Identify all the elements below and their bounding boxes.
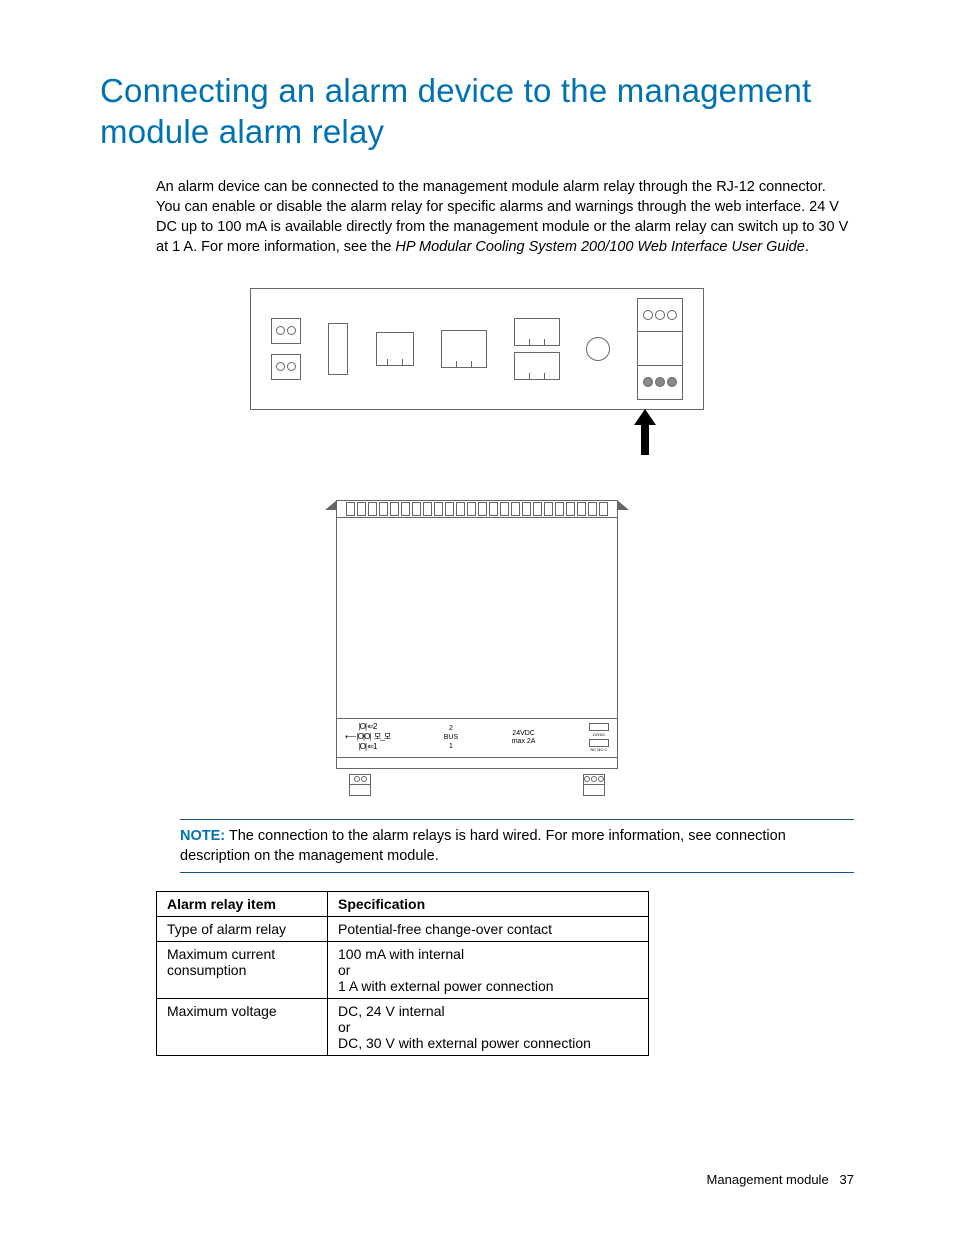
table-cell: Maximum voltage bbox=[157, 999, 328, 1056]
bus-label: BUS bbox=[444, 734, 458, 742]
bus-label: 2 bbox=[449, 725, 453, 733]
table-cell: 100 mA with internalor1 A with external … bbox=[328, 942, 649, 999]
figure-container: |O| ⇐2 ⟵ |O|O| 모_모 |O| ⇐1 2 BUS 1 24VDC … bbox=[100, 288, 854, 769]
slim-port-icon bbox=[328, 323, 348, 375]
note-label: NOTE: bbox=[180, 828, 225, 844]
table-header: Alarm relay item bbox=[157, 892, 328, 917]
bus-label: 1 bbox=[449, 743, 453, 751]
page-footer: Management module 37 bbox=[707, 1172, 854, 1187]
footer-section: Management module bbox=[707, 1172, 829, 1187]
round-port-icon bbox=[586, 337, 610, 361]
rj-port-icon bbox=[441, 330, 487, 368]
terminal-icon bbox=[271, 318, 301, 344]
note-callout: NOTE: The connection to the alarm relays… bbox=[180, 819, 854, 874]
table-cell: DC, 24 V internalorDC, 30 V with externa… bbox=[328, 999, 649, 1056]
page-title: Connecting an alarm device to the manage… bbox=[100, 70, 854, 153]
intro-suffix: . bbox=[805, 239, 809, 255]
callout-arrow-icon bbox=[637, 409, 653, 455]
rj-port-icon bbox=[376, 332, 414, 366]
table-header: Specification bbox=[328, 892, 649, 917]
dual-rj-icon bbox=[514, 318, 558, 380]
table-cell: Potential-free change-over contact bbox=[328, 917, 649, 942]
intro-reference: HP Modular Cooling System 200/100 Web In… bbox=[395, 239, 804, 255]
module-port-labels: |O| ⇐2 ⟵ |O|O| 모_모 |O| ⇐1 2 BUS 1 24VDC … bbox=[337, 718, 617, 758]
power-label: max 2A bbox=[512, 738, 536, 746]
terminal-icon bbox=[349, 774, 371, 796]
footer-page-number: 37 bbox=[840, 1172, 854, 1187]
spec-table: Alarm relay item Specification Type of a… bbox=[156, 891, 649, 1056]
power-label: 24VDC bbox=[512, 730, 535, 738]
right-terminal-block bbox=[637, 298, 683, 400]
intro-paragraph: An alarm device can be connected to the … bbox=[156, 177, 854, 258]
rear-panel-diagram bbox=[250, 288, 704, 410]
underside-terminals bbox=[337, 774, 617, 796]
vent-slots-icon bbox=[337, 501, 617, 518]
terminal-icon bbox=[271, 354, 301, 380]
relay-pin-label: NC NO C bbox=[591, 748, 608, 752]
terminal-icon bbox=[583, 774, 605, 796]
management-module-diagram: |O| ⇐2 ⟵ |O|O| 모_모 |O| ⇐1 2 BUS 1 24VDC … bbox=[336, 500, 618, 769]
table-cell: Type of alarm relay bbox=[157, 917, 328, 942]
table-cell: Maximum current consumption bbox=[157, 942, 328, 999]
left-terminals bbox=[271, 318, 301, 380]
note-text: The connection to the alarm relays is ha… bbox=[180, 828, 786, 864]
